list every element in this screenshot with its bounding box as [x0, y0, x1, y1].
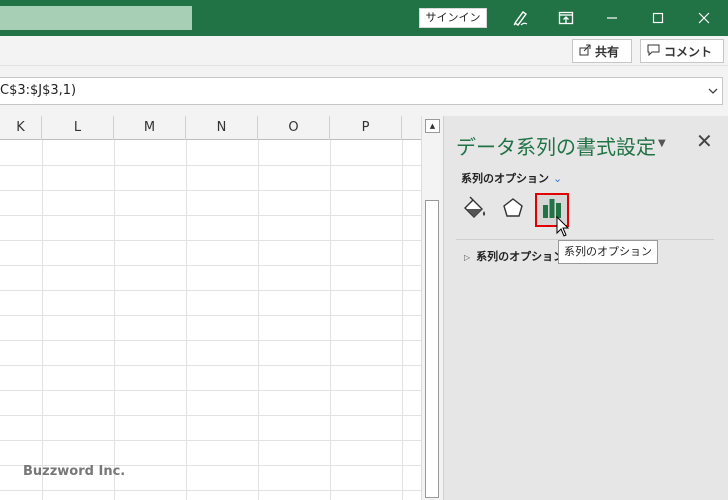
column-header-o[interactable]: O: [258, 116, 330, 140]
fill-line-icon: [462, 196, 488, 224]
expand-triangle-icon: ▷: [464, 253, 471, 262]
mouse-cursor-icon: [556, 215, 570, 242]
comment-icon: [647, 44, 660, 59]
column-header-m[interactable]: M: [114, 116, 186, 140]
effects-icon: [501, 196, 525, 224]
share-icon: [579, 44, 591, 59]
format-series-pane: データ系列の書式設定 ▼ ✕ 系列のオプション ⌄ ▷ 系列のオプション: [443, 116, 728, 500]
grid-line: [0, 240, 421, 241]
grid-line: [0, 215, 421, 216]
vertical-scrollbar[interactable]: ▲: [421, 116, 443, 500]
column-header-k[interactable]: K: [0, 116, 42, 140]
formula-text: C$3:$J$3,1): [0, 83, 77, 98]
grid-line: [0, 390, 421, 391]
grid-line: [0, 365, 421, 366]
tooltip: 系列のオプション: [558, 240, 658, 264]
grid-line: [42, 140, 43, 500]
pane-menu-icon[interactable]: ▼: [658, 138, 666, 149]
grid-line: [0, 440, 421, 441]
column-header-row: K L M N O P: [0, 116, 421, 140]
grid-line: [258, 140, 259, 500]
grid-line: [0, 265, 421, 266]
series-options-dropdown-label: 系列のオプション: [461, 172, 549, 185]
pen-icon[interactable]: [506, 4, 534, 32]
pane-title: データ系列の書式設定: [456, 135, 656, 159]
comment-button[interactable]: コメント: [640, 39, 724, 63]
watermark-text: Buzzword Inc.: [23, 464, 126, 479]
effects-tab[interactable]: [496, 193, 530, 227]
share-button[interactable]: 共有: [572, 39, 632, 63]
expand-formula-icon[interactable]: [708, 78, 718, 114]
worksheet-grid[interactable]: K L M N O P Buzzword Inc.: [0, 116, 421, 500]
column-header-l[interactable]: L: [42, 116, 114, 140]
close-icon[interactable]: [690, 4, 718, 32]
pane-close-icon[interactable]: ✕: [696, 129, 713, 153]
comment-label: コメント: [664, 44, 713, 59]
grid-line: [114, 140, 115, 500]
grid-line: [330, 140, 331, 500]
scroll-up-icon[interactable]: ▲: [425, 119, 440, 133]
grid-line: [0, 490, 421, 491]
grid-line: [0, 290, 421, 291]
share-label: 共有: [595, 44, 620, 59]
maximize-icon[interactable]: [644, 4, 672, 32]
title-bar: サインイン: [0, 0, 728, 36]
minimize-icon[interactable]: [598, 4, 626, 32]
ribbon-bar: 共有 コメント: [0, 36, 728, 66]
formula-input[interactable]: C$3:$J$3,1): [0, 77, 723, 105]
column-header-p[interactable]: P: [330, 116, 402, 140]
grid-line: [0, 315, 421, 316]
column-header-n[interactable]: N: [186, 116, 258, 140]
ribbon-display-icon[interactable]: [552, 4, 580, 32]
grid-line: [0, 415, 421, 416]
grid-line: [0, 165, 421, 166]
grid-line: [186, 140, 187, 500]
signin-button[interactable]: サインイン: [419, 8, 487, 28]
chevron-down-icon: ⌄: [553, 172, 563, 185]
grid-line: [0, 340, 421, 341]
title-search-box[interactable]: [0, 6, 192, 30]
series-options-section-label: 系列のオプション: [476, 250, 565, 263]
series-options-section[interactable]: ▷ 系列のオプション: [464, 248, 564, 264]
grid-line: [402, 140, 403, 500]
grid-line: [0, 190, 421, 191]
fill-line-tab[interactable]: [458, 193, 492, 227]
series-options-dropdown[interactable]: 系列のオプション ⌄: [461, 170, 562, 186]
scroll-thumb[interactable]: [425, 200, 439, 498]
